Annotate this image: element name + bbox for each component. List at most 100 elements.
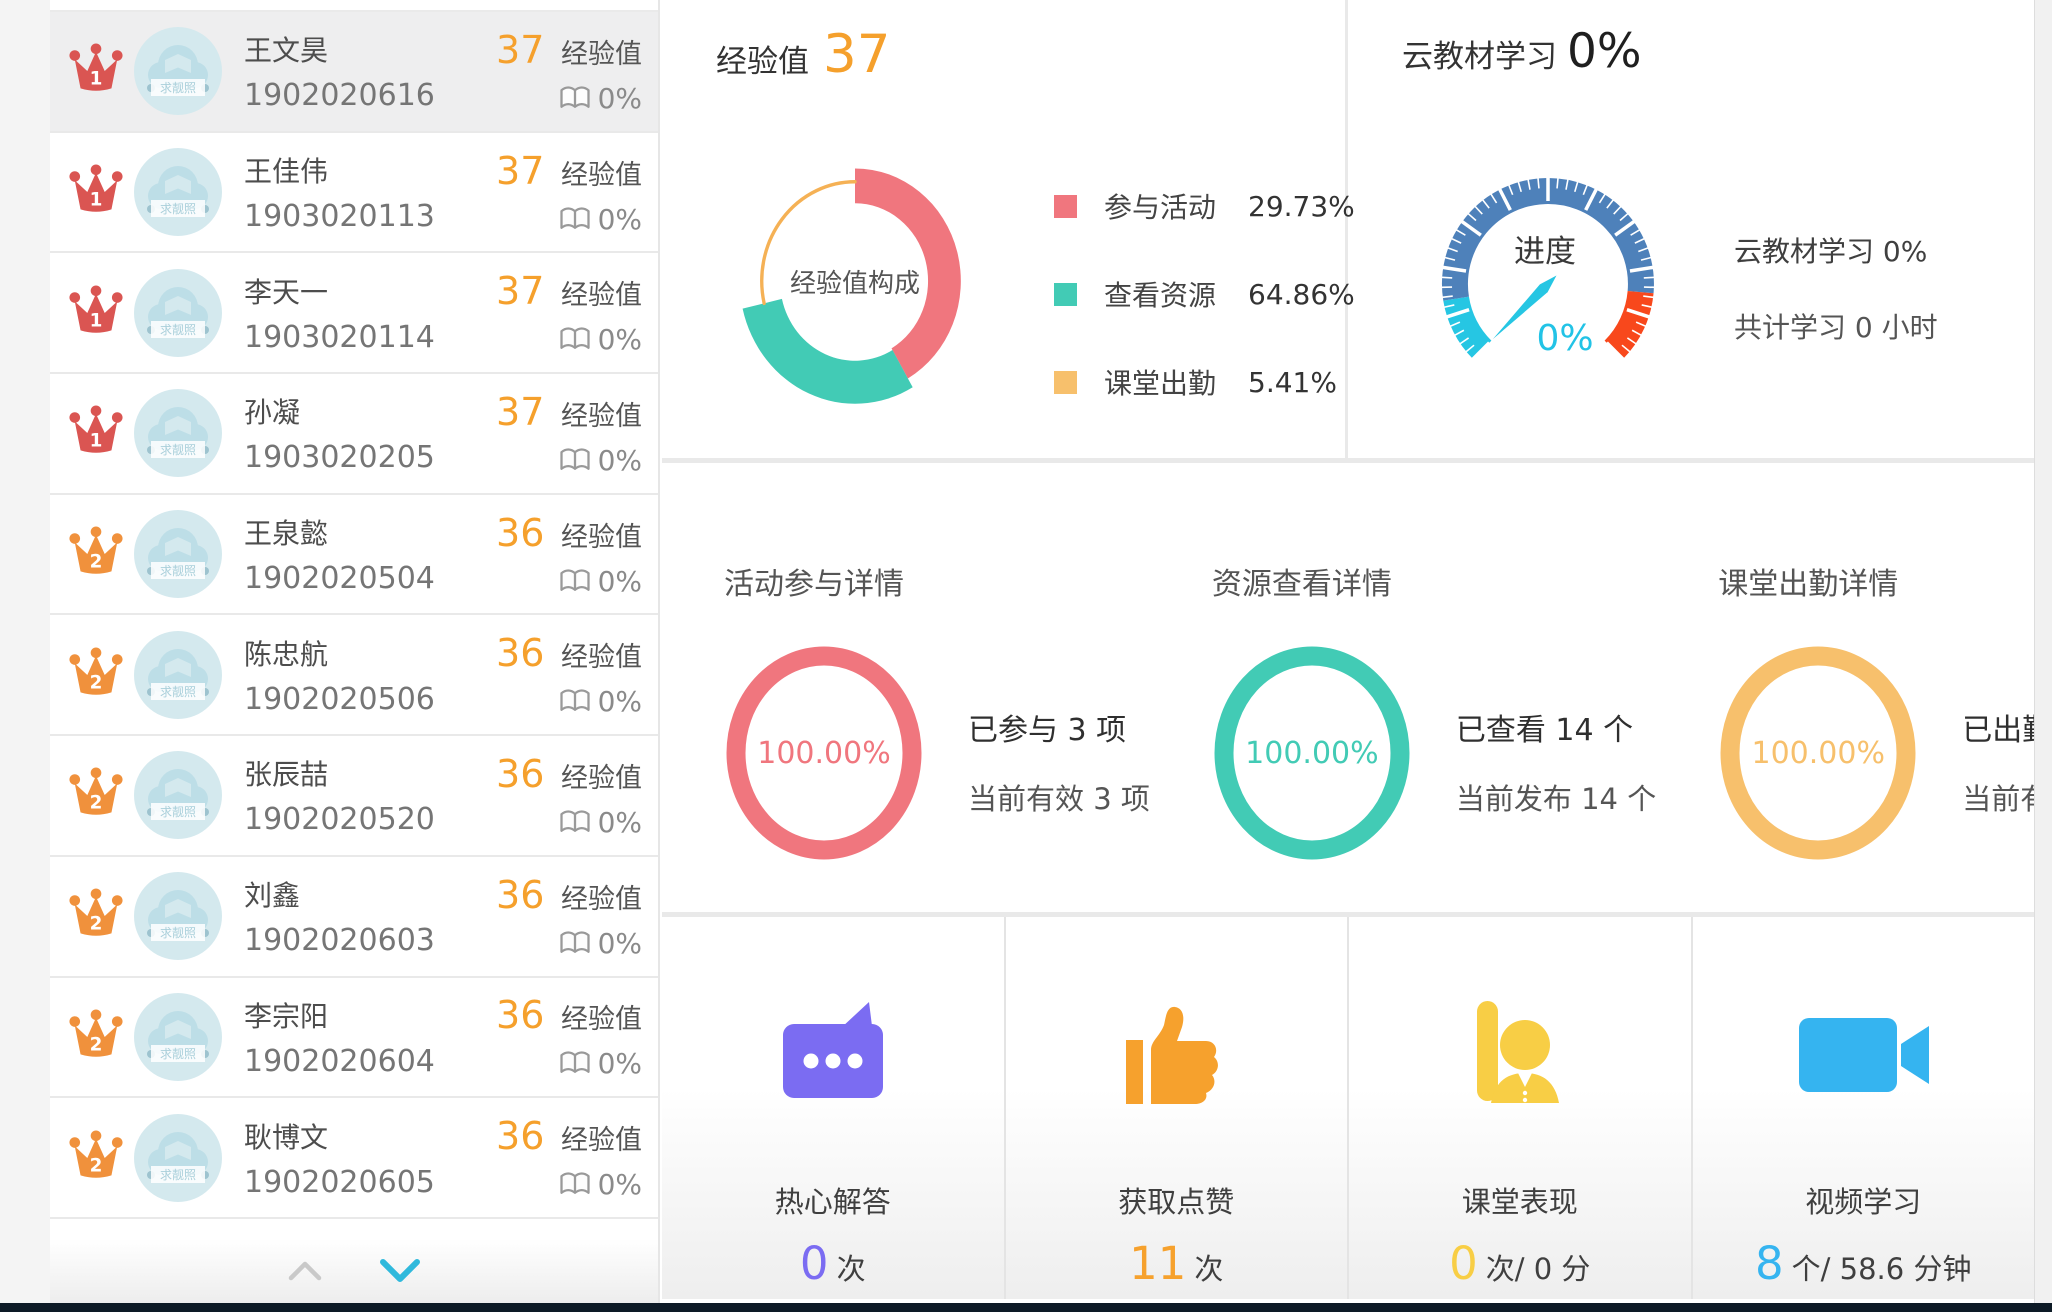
svg-text:求靓照: 求靓照: [160, 926, 196, 940]
student-id: 1902020520: [244, 802, 496, 837]
book-icon: [559, 688, 591, 715]
svg-text:求靓照: 求靓照: [160, 1047, 196, 1061]
student-row[interactable]: 2 求靓照 刘鑫 1902020603 36 经验值: [50, 857, 658, 978]
progress-ring: 100.00%: [1212, 643, 1412, 863]
book-icon: [559, 447, 591, 474]
svg-text:求靓照: 求靓照: [160, 323, 196, 337]
svg-text:求靓照: 求靓照: [160, 1168, 196, 1182]
thumbs-up-icon: [1118, 1000, 1234, 1108]
detail-group: 活动参与详情 100.00% 已参与 3 项 当前有效 3 项: [662, 463, 1150, 912]
stat-unit: 次/ 0 分: [1486, 1246, 1591, 1288]
exp-label: 经验值: [552, 642, 642, 673]
legend-item: 查看资源 64.86%: [1054, 274, 1355, 314]
student-row[interactable]: 1 求靓照 王文昊 1902020616 37 经验值: [50, 12, 658, 133]
experience-panel: 经验值 37 经验值构成 参与活动 29.73% 查看资源 64.86% 课堂出…: [662, 0, 1345, 458]
avatar: 求靓照: [134, 751, 222, 839]
stat-unit: 个/ 58.6 分钟: [1792, 1246, 1972, 1288]
legend-item: 课堂出勤 5.41%: [1054, 362, 1355, 402]
detail-title: 资源查看详情: [1212, 559, 1656, 603]
exp-label: 经验值: [552, 160, 642, 191]
student-row[interactable]: 1 求靓照 王佳伟 1903020113 37 经验值: [50, 133, 658, 254]
avatar: 求靓照: [134, 631, 222, 719]
ring-percent: 100.00%: [1718, 643, 1918, 863]
legend-label: 课堂出勤: [1104, 362, 1216, 402]
cloud-textbook-panel: 云教材学习 0% 进度 0% 云教材学习 0% 共计学习 0 小时: [1348, 0, 2034, 458]
book-icon: [559, 930, 591, 957]
svg-text:1: 1: [90, 431, 103, 452]
rank-crown-icon: 2: [66, 888, 126, 944]
rank-crown-icon: 1: [66, 405, 126, 461]
exp-label: 经验值: [552, 280, 642, 311]
exp-value: 36: [496, 752, 544, 796]
student-row[interactable]: 2 求靓照 陈忠航 1902020506 36 经验值: [50, 615, 658, 736]
student-id: 1902020616: [244, 78, 496, 113]
svg-text:求靓照: 求靓照: [160, 81, 196, 95]
person-raising-hand-icon: [1463, 999, 1577, 1109]
stat-number: 11: [1129, 1237, 1186, 1290]
stat-card: 课堂表现 0 次/ 0 分: [1349, 917, 1693, 1299]
stat-icon: [1463, 995, 1577, 1113]
stat-label: 获取点赞: [1118, 1179, 1234, 1221]
detail-title: 活动参与详情: [724, 559, 1150, 603]
stat-icon: [772, 995, 894, 1113]
stat-label: 热心解答: [775, 1179, 891, 1221]
detail-line1: 已参与 3 项: [968, 705, 1150, 749]
video-camera-icon: [1793, 1004, 1933, 1104]
stat-unit: 次: [1194, 1246, 1223, 1288]
exp-value: 36: [496, 873, 544, 917]
avatar: 求靓照: [134, 389, 222, 477]
detail-title: 课堂出勤详情: [1718, 559, 2052, 603]
rank-crown-icon: 1: [66, 43, 126, 99]
exp-label: 经验值: [552, 884, 642, 915]
avatar: 求靓照: [134, 510, 222, 598]
rank-crown-icon: 2: [66, 1009, 126, 1065]
student-name: 王泉懿: [244, 512, 496, 552]
bottom-taskbar: [0, 1303, 2052, 1312]
exp-value: 36: [496, 631, 544, 675]
student-name: 孙凝: [244, 391, 496, 431]
book-icon: [559, 85, 591, 112]
cloud-info-line1: 云教材学习 0%: [1734, 230, 1927, 270]
svg-text:2: 2: [90, 1155, 103, 1176]
rank-crown-icon: 2: [66, 1130, 126, 1186]
details-section: 活动参与详情 100.00% 已参与 3 项 当前有效 3 项 资源查看详情 1…: [662, 463, 2034, 912]
student-row[interactable]: 2 求靓照 王泉懿 1902020504 36 经验值: [50, 495, 658, 616]
book-icon: [559, 206, 591, 233]
legend-value: 64.86%: [1248, 278, 1355, 311]
legend-swatch: [1054, 195, 1077, 218]
exp-value: 36: [496, 993, 544, 1037]
progress-ring: 100.00%: [724, 643, 924, 863]
student-row[interactable]: 2 求靓照 李宗阳 1902020604 36 经验值: [50, 978, 658, 1099]
legend-label: 参与活动: [1104, 186, 1216, 226]
student-row[interactable]: 2 求靓照 张辰喆 1902020520 36 经验值: [50, 736, 658, 857]
stat-label: 课堂表现: [1462, 1179, 1578, 1221]
svg-text:2: 2: [90, 552, 103, 573]
book-percent: 0%: [598, 1047, 642, 1080]
exp-value: 37: [496, 149, 544, 193]
svg-text:求靓照: 求靓照: [160, 805, 196, 819]
student-row[interactable]: 1 求靓照 孙凝 1903020205 37 经验值: [50, 374, 658, 495]
legend-item: 参与活动 29.73%: [1054, 186, 1355, 226]
detail-line2: 当前有效 3 项: [968, 776, 1150, 818]
avatar: 求靓照: [134, 27, 222, 115]
stat-card: 热心解答 0 次: [662, 917, 1006, 1299]
student-row[interactable]: 2 求靓照 耿博文 1902020605 36 经验值: [50, 1098, 658, 1219]
svg-text:1: 1: [90, 310, 103, 331]
page-down-icon[interactable]: [380, 1259, 420, 1283]
experience-legend: 参与活动 29.73% 查看资源 64.86% 课堂出勤 5.41%: [1054, 186, 1355, 402]
avatar: 求靓照: [134, 872, 222, 960]
legend-label: 查看资源: [1104, 274, 1216, 314]
rank-crown-icon: 1: [66, 285, 126, 341]
cloud-title: 云教材学习: [1402, 31, 1557, 76]
page-up-icon[interactable]: [288, 1261, 322, 1281]
exp-value: 37: [496, 269, 544, 313]
scrollbar-track[interactable]: [2034, 0, 2052, 1303]
ring-percent: 100.00%: [1212, 643, 1412, 863]
book-icon: [559, 1050, 591, 1077]
experience-donut-chart: 经验值构成: [730, 148, 980, 414]
avatar: 求靓照: [134, 148, 222, 236]
student-row[interactable]: 1 求靓照 李天一 1903020114 37 经验值: [50, 253, 658, 374]
exp-label: 经验值: [552, 1004, 642, 1035]
progress-ring: 100.00%: [1718, 643, 1918, 863]
gauge-value: 0%: [1465, 318, 1665, 359]
